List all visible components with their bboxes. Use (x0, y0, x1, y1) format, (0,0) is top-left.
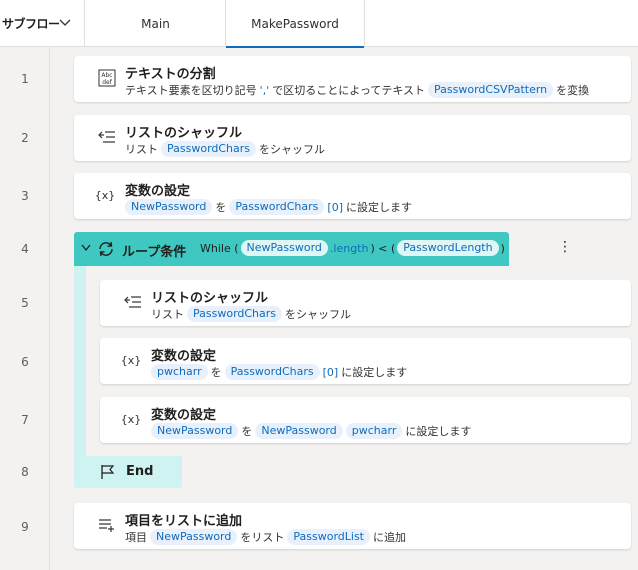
tab-main-label: Main (141, 16, 170, 31)
chevron-down-icon[interactable] (81, 244, 91, 252)
property-text: .length (329, 241, 369, 255)
loop-condition: While ( NewPassword .length ) < ( Passwo… (200, 240, 505, 256)
desc-text: テキスト要素を区切り記号 (125, 84, 257, 97)
action-description: リスト PasswordChars をシャッフル (151, 306, 351, 322)
action-shuffle-list[interactable]: リストのシャッフル リスト PasswordChars をシャッフル (100, 280, 631, 326)
text-split-icon: Abc def (97, 68, 117, 88)
action-description: 項目 NewPassword をリスト PasswordList に追加 (125, 529, 406, 545)
line-number: 9 (21, 520, 29, 534)
variable-chip[interactable]: NewPassword (151, 423, 239, 439)
action-description: pwcharr を PasswordChars [0] に設定します (151, 364, 407, 380)
variable-chip[interactable]: NewPassword (240, 240, 328, 256)
action-title: テキストの分割 (125, 67, 216, 82)
variable-chip[interactable]: PasswordChars (229, 199, 325, 215)
desc-text: を (215, 201, 227, 214)
svg-text:Abc: Abc (101, 72, 112, 79)
action-set-variable[interactable]: {x} 変数の設定 pwcharr を PasswordChars [0] に設… (100, 338, 631, 384)
cond-text: ) (500, 241, 505, 255)
line-number: 3 (21, 189, 29, 203)
action-description: リスト PasswordChars をシャッフル (125, 141, 325, 157)
desc-text: に追加 (372, 531, 406, 544)
chevron-down-icon (59, 19, 71, 26)
action-title: 変数の設定 (151, 349, 217, 364)
desc-text: に設定します (346, 201, 412, 214)
variable-chip[interactable]: NewPassword (125, 199, 213, 215)
loop-title: ループ条件 (122, 245, 187, 260)
variable-chip[interactable]: pwcharr (151, 364, 208, 380)
variable-icon: {x} (120, 353, 142, 367)
action-title: 変数の設定 (151, 408, 217, 423)
desc-text: をシャッフル (259, 143, 326, 156)
action-description: NewPassword を NewPassword pwcharr に設定します (151, 423, 471, 439)
action-set-variable[interactable]: {x} 変数の設定 NewPassword を PasswordChars [0… (74, 173, 631, 219)
variable-chip[interactable]: PasswordChars (187, 306, 283, 322)
desc-text: をシャッフル (285, 308, 352, 321)
variable-chip[interactable]: PasswordChars (224, 364, 320, 380)
shuffle-list-icon (97, 127, 117, 147)
index-value: [0] (327, 200, 343, 214)
subflow-dropdown[interactable]: サブフロー (0, 0, 85, 47)
action-add-item-to-list[interactable]: 項目をリストに追加 項目 NewPassword をリスト PasswordLi… (74, 503, 631, 549)
variable-chip[interactable]: PasswordCSVPattern (428, 82, 554, 98)
more-options-icon[interactable]: ⋮ (558, 239, 572, 255)
desc-text: に設定します (341, 366, 408, 379)
tab-makepassword[interactable]: MakePassword (225, 0, 365, 48)
variable-chip[interactable]: NewPassword (150, 529, 238, 545)
subflow-label: サブフロー (2, 17, 60, 31)
action-title: 項目をリストに追加 (125, 514, 243, 529)
action-set-variable[interactable]: {x} 変数の設定 NewPassword を NewPassword pwch… (100, 397, 631, 443)
variable-chip[interactable]: pwcharr (345, 423, 403, 439)
add-to-list-icon (97, 515, 117, 535)
shuffle-list-icon (123, 292, 143, 312)
action-description: NewPassword を PasswordChars [0] に設定します (125, 199, 412, 215)
loop-condition-header[interactable]: ループ条件 While ( NewPassword .length ) < ( … (74, 232, 572, 266)
action-shuffle-list[interactable]: リストのシャッフル リスト PasswordChars をシャッフル (74, 115, 631, 161)
desc-text: で区切ることによってテキスト (272, 84, 426, 97)
desc-text: 項目 (125, 531, 147, 544)
index-value: [0] (322, 365, 339, 379)
variable-chip[interactable]: NewPassword (255, 423, 343, 439)
desc-text: をリスト (240, 531, 285, 544)
variable-chip[interactable]: PasswordLength (397, 240, 499, 256)
cond-text: While ( (200, 241, 239, 255)
tab-makepassword-label: MakePassword (251, 16, 339, 31)
line-number: 7 (21, 413, 29, 427)
line-number: 2 (21, 131, 29, 145)
loop-icon (99, 241, 113, 257)
tab-bar: サブフロー Main MakePassword (0, 0, 638, 48)
separator-value: ',' (259, 83, 270, 97)
desc-text: を変換 (556, 84, 590, 97)
tab-main[interactable]: Main (86, 0, 225, 47)
line-number: 4 (21, 242, 29, 256)
line-number: 5 (21, 296, 29, 310)
action-title: リストのシャッフル (151, 291, 269, 306)
action-description: テキスト要素を区切り記号 ',' で区切ることによってテキスト Password… (125, 82, 589, 98)
variable-icon: {x} (94, 188, 116, 202)
loop-body-indicator (74, 266, 86, 456)
line-number: 1 (21, 72, 29, 86)
action-split-text[interactable]: Abc def テキストの分割 テキスト要素を区切り記号 ',' で区切ることによ… (74, 56, 631, 102)
desc-text: を (241, 425, 253, 438)
cond-text: ) < ( (370, 241, 396, 255)
loop-end[interactable]: End (74, 456, 182, 488)
desc-text: リスト (151, 308, 184, 321)
action-title: 変数の設定 (125, 184, 191, 199)
end-label: End (126, 464, 154, 479)
variable-chip[interactable]: PasswordList (287, 529, 370, 545)
variable-icon: {x} (120, 412, 142, 426)
desc-text: を (210, 366, 222, 379)
line-number: 6 (21, 355, 29, 369)
desc-text: に設定します (405, 425, 472, 438)
desc-text: リスト (125, 143, 158, 156)
flag-icon (101, 465, 115, 479)
action-title: リストのシャッフル (125, 126, 243, 141)
variable-chip[interactable]: PasswordChars (161, 141, 257, 157)
line-number: 8 (21, 465, 29, 479)
svg-text:def: def (102, 79, 113, 86)
